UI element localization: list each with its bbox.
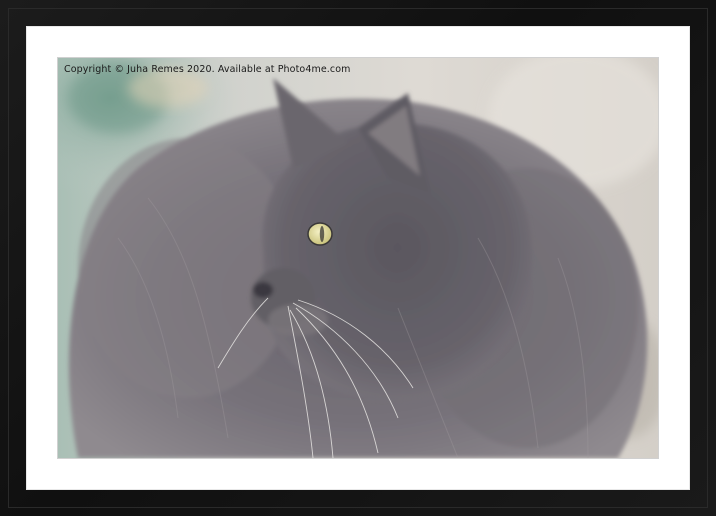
copyright-watermark: Copyright © Juha Remes 2020. Available a… <box>64 64 351 75</box>
cat-photo-svg <box>58 58 658 458</box>
cat-photograph: Copyright © Juha Remes 2020. Available a… <box>58 58 658 458</box>
